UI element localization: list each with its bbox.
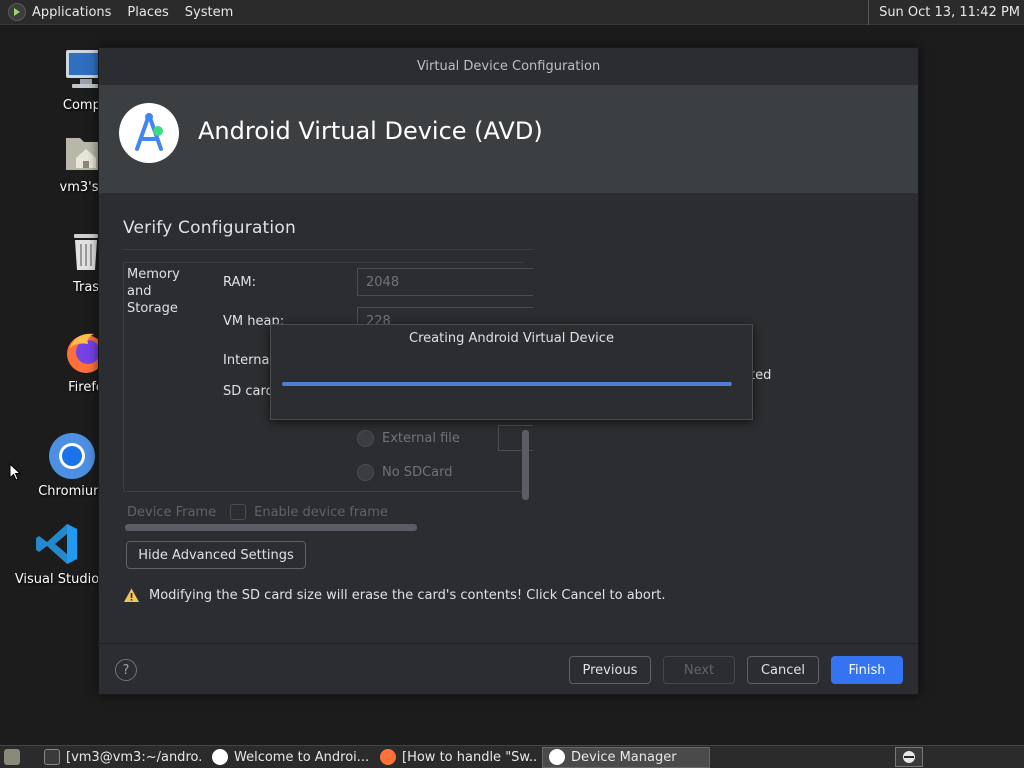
firefox-icon [380,749,396,765]
taskbar-item-firefox[interactable]: [How to handle "Sw... [374,747,538,768]
top-panel: Applications Places System Sun Oct 13, 1… [0,0,1024,25]
system-menu[interactable]: System [185,5,233,20]
creating-avd-progress-dialog: Creating Android Virtual Device [270,324,753,420]
radio-button[interactable] [357,430,374,447]
external-file-radio[interactable]: External file [357,430,460,447]
hide-advanced-settings-button[interactable]: Hide Advanced Settings [126,541,306,569]
terminal-icon [44,749,60,765]
memory-storage-group-label: Memory and Storage [127,267,180,316]
taskbar-item-label: Device Manager [571,749,677,765]
android-studio-icon [119,103,179,163]
finish-button[interactable]: Finish [831,656,903,684]
show-desktop-icon [4,749,20,765]
header-title: Android Virtual Device (AVD) [198,117,543,145]
taskbar-item-label: [vm3@vm3:~/andro... [66,749,202,765]
taskbar-item-device-manager[interactable]: Device Manager [542,746,710,768]
places-menu[interactable]: Places [127,5,168,20]
android-studio-icon [549,749,565,765]
show-desktop-button[interactable] [0,747,34,768]
ram-input[interactable]: 2048 [357,268,533,296]
taskbar-item-label: [How to handle "Sw... [402,749,538,765]
android-studio-icon [212,749,228,765]
device-frame-label: Device Frame [127,504,217,520]
partial-label: ted [750,368,772,383]
progress-bar [282,382,732,386]
clock[interactable]: Sun Oct 13, 11:42 PM [868,0,1024,25]
next-button[interactable]: Next [663,656,735,684]
previous-button[interactable]: Previous [569,656,651,684]
tray-network-icon[interactable] [895,747,923,767]
enable-device-frame-label: Enable device frame [254,504,388,520]
cancel-button[interactable]: Cancel [747,656,819,684]
warning-icon [123,587,140,604]
footer-separator [99,643,918,644]
enable-device-frame-checkbox[interactable] [230,504,247,520]
distro-logo-icon[interactable] [8,3,26,21]
vertical-scrollbar[interactable] [522,430,529,500]
warning-text: Modifying the SD card size will erase th… [149,588,666,603]
help-button[interactable]: ? [115,659,137,681]
no-sdcard-radio[interactable]: No SDCard [357,464,452,481]
taskbar-item-android-studio-welcome[interactable]: Welcome to Androi... [206,747,370,768]
desktop-icon-vscode[interactable]: Visual Studio [7,520,107,587]
dialog-title[interactable]: Virtual Device Configuration [99,48,918,85]
warning-message: Modifying the SD card size will erase th… [123,587,665,604]
mouse-pointer-icon [9,462,22,481]
device-frame-row: Device Frame Enable device frame [127,504,388,520]
taskbar-item-label: Welcome to Androi... [234,749,370,765]
no-sdcard-label: No SDCard [382,465,453,480]
radio-button[interactable] [357,464,374,481]
taskbar-item-terminal[interactable]: [vm3@vm3:~/andro... [38,747,202,768]
desktop-icon-label: Visual Studio [14,572,100,587]
progress-title: Creating Android Virtual Device [409,331,614,346]
vscode-icon [33,520,81,568]
progress-bar-fill [282,382,732,386]
sd-card-label: SD card [223,384,274,399]
ram-label: RAM: [223,275,256,290]
chromium-icon [48,432,96,480]
internal-storage-label: Internal [223,353,274,368]
applications-menu[interactable]: Applications [32,5,111,20]
dialog-header: Android Virtual Device (AVD) [99,85,918,193]
bottom-taskbar: [vm3@vm3:~/andro... Welcome to Androi...… [0,745,1024,768]
horizontal-scrollbar[interactable] [125,524,417,531]
section-title: Verify Configuration [123,218,296,238]
external-file-label: External file [382,431,460,446]
